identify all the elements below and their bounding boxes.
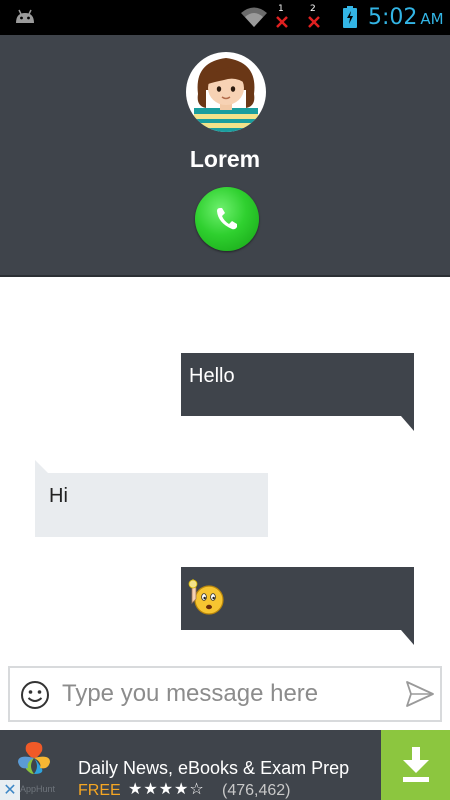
message-input[interactable] <box>62 676 392 712</box>
ad-review-count: (476,462) <box>222 782 291 799</box>
message-text: Hello <box>189 365 235 387</box>
ad-attribution: AppHunt <box>20 784 56 794</box>
ad-rating-stars: ★★★★☆ <box>128 779 205 798</box>
send-icon[interactable] <box>405 680 435 708</box>
download-icon <box>403 747 429 782</box>
message-bubble-outgoing[interactable]: Hello <box>181 353 414 431</box>
ad-price: FREE <box>78 782 121 799</box>
sim1-signal-icon: 1 <box>274 4 290 30</box>
android-debug-icon <box>16 9 34 23</box>
smiley-emoji-icon[interactable] <box>20 680 50 710</box>
sim2-signal-icon: 2 <box>306 4 322 30</box>
call-button[interactable] <box>195 187 259 251</box>
ad-install-button[interactable] <box>381 730 450 800</box>
message-text: Hi <box>49 485 68 507</box>
chat-header: Lorem <box>0 35 450 277</box>
status-bar: 1 2 5:02 AM <box>0 0 450 35</box>
message-bubble-outgoing[interactable] <box>181 567 414 645</box>
ad-close-icon[interactable]: ✕ <box>0 780 20 800</box>
status-clock: 5:02 AM <box>368 5 444 30</box>
phone-icon <box>217 208 237 230</box>
message-composer <box>8 666 442 722</box>
message-bubble-incoming[interactable]: Hi <box>35 460 268 537</box>
sim2-no-signal-icon <box>308 16 320 28</box>
battery-charging-icon <box>343 6 357 28</box>
contact-name: Lorem <box>189 146 261 172</box>
ad-banner[interactable]: Daily News, eBooks & Exam Prep FREE ★★★★… <box>0 730 450 800</box>
wifi-icon <box>241 7 267 27</box>
sim1-label: 1 <box>278 4 284 14</box>
thinking-emoji-icon <box>188 579 224 615</box>
sim1-no-signal-icon <box>276 16 288 28</box>
clock-ampm: AM <box>420 10 444 28</box>
sim2-label: 2 <box>310 4 316 14</box>
ad-title: Daily News, eBooks & Exam Prep <box>78 758 350 778</box>
app-logo-icon <box>18 742 50 774</box>
clock-time: 5:02 <box>368 5 418 30</box>
contact-avatar[interactable] <box>184 50 268 134</box>
